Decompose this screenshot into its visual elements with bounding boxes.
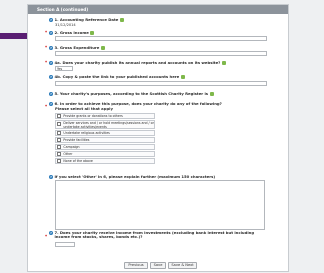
question-5: ? 5. Your charity's purposes, according …	[49, 91, 214, 96]
question-2-label: 2. Gross Income	[54, 30, 89, 35]
option-grants[interactable]: Provide grants or donations to others	[55, 113, 155, 119]
help-icon[interactable]: ?	[49, 231, 53, 235]
question-7: ? 7. Does your charity receive income fr…	[49, 230, 264, 240]
option-label: Provide facilities	[63, 138, 90, 142]
section-header: Section A (continued)	[28, 5, 288, 14]
option-religious[interactable]: Undertake religious activities	[55, 130, 155, 136]
option-other[interactable]: Other	[55, 151, 155, 157]
question-1: ? 1. Accounting Reference Date	[49, 17, 124, 22]
accounting-date-value: 31/12/2014	[55, 23, 76, 27]
other-explanation-textarea[interactable]	[55, 180, 265, 230]
help-icon[interactable]: ?	[49, 60, 53, 65]
question-3-label: 3. Gross Expenditure	[54, 45, 100, 50]
required-marker: *	[45, 30, 48, 35]
checkbox[interactable]	[57, 113, 62, 119]
required-marker: *	[45, 234, 48, 239]
gross-income-input[interactable]	[55, 36, 267, 41]
help-icon[interactable]: ?	[49, 30, 53, 35]
info-icon[interactable]	[180, 74, 185, 79]
question-4b-label: 4b. Copy & paste the link to your publis…	[54, 74, 180, 79]
question-4b: ? 4b. Copy & paste the link to your publ…	[49, 74, 185, 79]
help-icon[interactable]: ?	[49, 45, 53, 50]
question-5-label: 5. Your charity's purposes, according to…	[54, 91, 209, 96]
checkbox[interactable]	[57, 130, 62, 136]
question-2: ? 2. Gross Income	[49, 30, 95, 35]
question-4a-label: 4a. Does your charity publish its annual…	[54, 60, 221, 65]
info-icon[interactable]	[100, 45, 105, 50]
option-campaign[interactable]: Campaign	[55, 144, 155, 150]
checkbox[interactable]	[57, 158, 62, 164]
info-icon[interactable]	[119, 17, 124, 22]
option-none[interactable]: None of the above	[55, 158, 155, 164]
option-services[interactable]: Deliver services and / or hold meetings/…	[55, 120, 155, 129]
required-marker: *	[45, 45, 48, 50]
option-label: Undertake religious activities	[63, 131, 110, 135]
required-marker: *	[45, 104, 48, 109]
question-1-label: 1. Accounting Reference Date	[54, 17, 119, 22]
info-icon[interactable]	[90, 30, 95, 35]
option-label: Provide grants or donations to others	[63, 114, 123, 118]
required-marker: *	[45, 60, 48, 65]
question-3: ? 3. Gross Expenditure	[49, 45, 105, 50]
previous-button[interactable]: Previous	[124, 262, 148, 269]
checkbox[interactable]	[57, 137, 62, 143]
option-label: Other	[63, 152, 73, 156]
option-label: Deliver services and / or hold meetings/…	[63, 121, 154, 129]
help-icon[interactable]: ?	[49, 101, 53, 106]
question-6-other-label: If you select 'Other' in 6, please expla…	[54, 174, 216, 179]
question-7-label: 7. Does your charity receive income from…	[54, 230, 255, 240]
info-icon[interactable]	[221, 60, 226, 65]
help-icon[interactable]: ?	[49, 91, 53, 96]
save-and-next-button[interactable]: Save & Next	[168, 262, 197, 269]
investment-income-select[interactable]	[55, 242, 75, 247]
help-icon[interactable]: ?	[49, 174, 53, 179]
checkbox[interactable]	[57, 151, 62, 157]
checkbox[interactable]	[57, 144, 62, 150]
save-button[interactable]: Save	[150, 262, 166, 269]
question-6-other: ? If you select 'Other' in 6, please exp…	[49, 174, 215, 179]
gross-expenditure-input[interactable]	[55, 51, 267, 56]
question-4a: ? 4a. Does your charity publish its annu…	[49, 60, 226, 65]
published-accounts-link-input[interactable]	[55, 81, 267, 86]
help-icon[interactable]: ?	[49, 74, 53, 79]
publish-website-value: Yes	[57, 67, 63, 71]
checkbox[interactable]	[57, 122, 62, 127]
question-6-sublabel: Please select all that apply	[55, 106, 113, 111]
option-facilities[interactable]: Provide facilities	[55, 137, 155, 143]
option-label: Campaign	[63, 145, 80, 149]
info-icon[interactable]	[209, 91, 214, 96]
help-icon[interactable]: ?	[49, 17, 53, 22]
publish-website-select[interactable]: Yes	[55, 66, 73, 71]
option-label: None of the above	[63, 159, 93, 163]
